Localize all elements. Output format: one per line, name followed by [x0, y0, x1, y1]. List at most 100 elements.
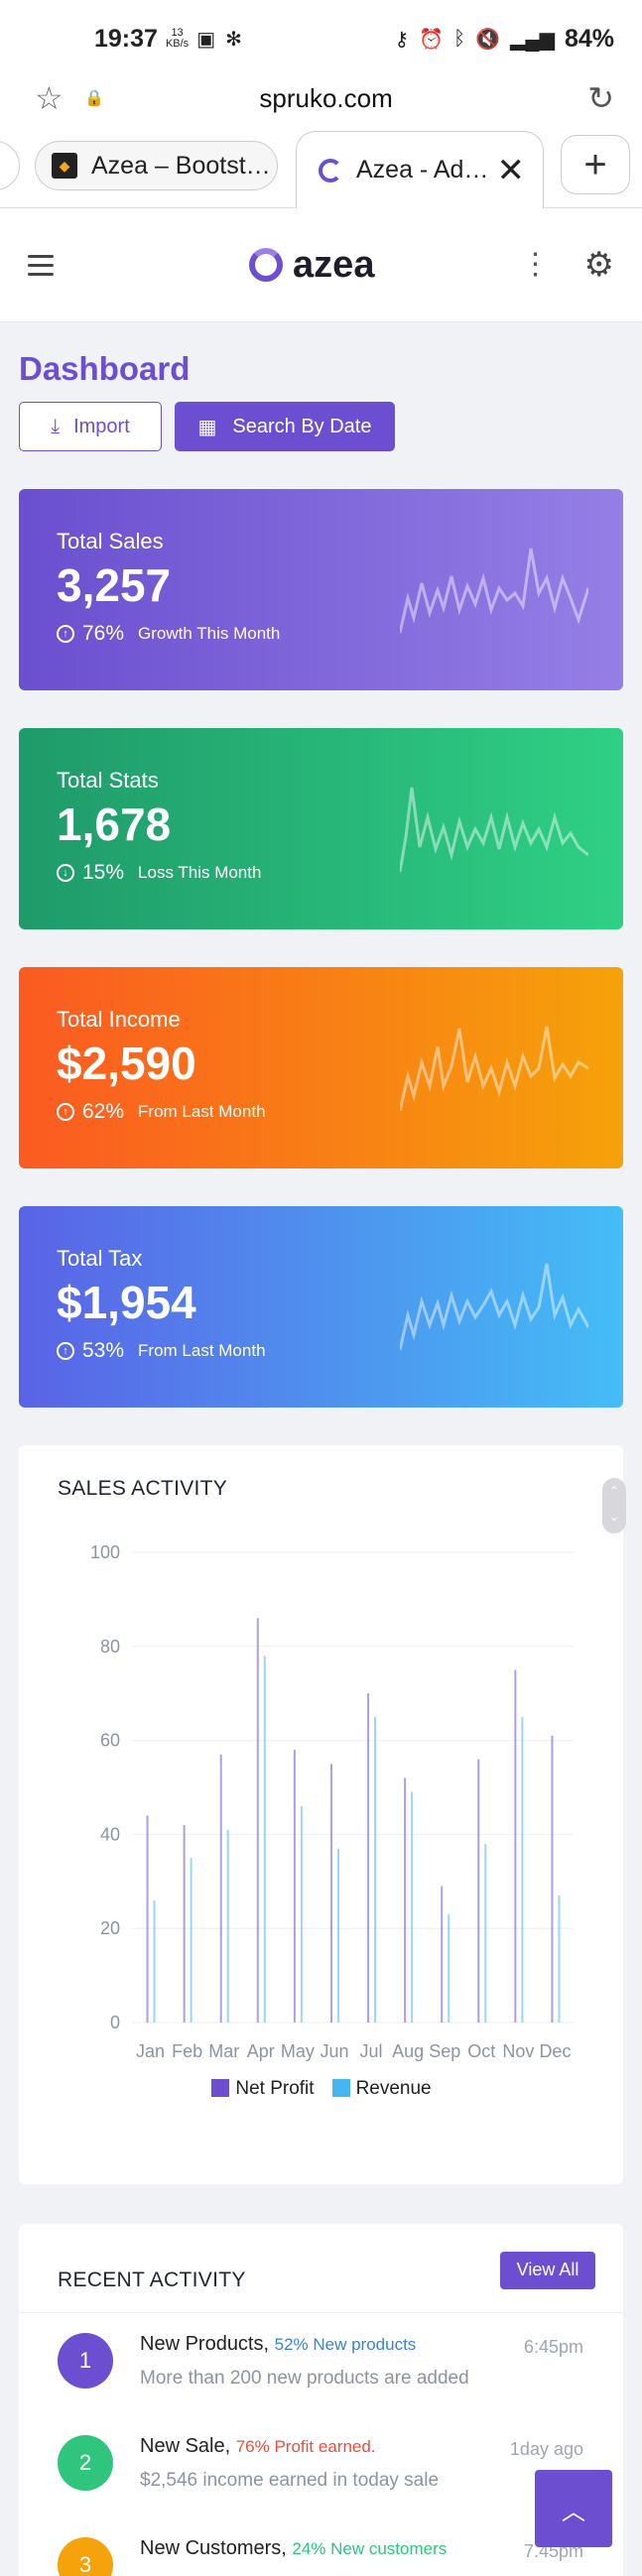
- list-item[interactable]: 3 New Customers, 24% New customers 7.45p…: [19, 2517, 623, 2576]
- activity-highlight: 24% New customers: [292, 2539, 448, 2558]
- menu-toggle-icon[interactable]: [28, 254, 54, 276]
- main-content: Dashboard ⤓ Import ▦ Search By Date Tota…: [0, 350, 642, 2576]
- activity-number-badge: 1: [58, 2333, 113, 2389]
- y-tick-label: 60: [100, 1731, 120, 1751]
- browser-tabs: ◆ Azea – Bootst… Azea - Ad… ✕ +: [0, 119, 642, 208]
- x-tick-label: Apr: [247, 2041, 275, 2061]
- bar-net-profit: [146, 1815, 149, 2023]
- gallery-icon: ▣: [196, 28, 216, 51]
- activity-title: New Products,: [140, 2333, 270, 2355]
- sales-activity-panel: SALES ACTIVITY ⌃ ⌄ 0 20 40 60 80 100 Jan Feb Mar A…: [19, 1445, 626, 2184]
- bar-revenue: [190, 1858, 193, 2023]
- bar-net-profit: [219, 1754, 222, 2023]
- sparkline: [400, 787, 588, 873]
- bar-net-profit: [514, 1669, 517, 2023]
- y-tick-label: 0: [110, 2013, 120, 2032]
- app-header: azea ⋮ ⚙: [0, 208, 642, 322]
- tab-previous[interactable]: [0, 141, 20, 190]
- bar-revenue: [336, 1848, 339, 2023]
- reload-icon[interactable]: ↻: [587, 79, 614, 117]
- stat-percent: 62%: [82, 1100, 125, 1123]
- scroll-handle[interactable]: ⌃ ⌄: [602, 1478, 626, 1533]
- chart-legend: Net Profit Revenue: [58, 2078, 585, 2100]
- activity-highlight: 76% Profit earned.: [235, 2437, 376, 2456]
- key-icon: ⚷: [394, 28, 410, 51]
- x-tick-label: Jul: [360, 2041, 383, 2061]
- bar-net-profit: [477, 1759, 480, 2023]
- list-item[interactable]: 2 New Sale, 76% Profit earned. $2,546 in…: [19, 2415, 623, 2517]
- back-to-top-button[interactable]: ︿: [535, 2470, 612, 2547]
- legend-item-revenue[interactable]: Revenue: [331, 2078, 432, 2100]
- bar-net-profit: [256, 1618, 259, 2023]
- alarm-icon: ⏰: [419, 28, 445, 51]
- activity-number-badge: 2: [58, 2435, 113, 2491]
- stat-card-total-tax: Total Tax $1,954 ↑ 53% From Last Month: [19, 1206, 623, 1408]
- settings-gear-icon[interactable]: ⚙: [584, 245, 614, 285]
- sales-activity-chart: 0 20 40 60 80 100 Jan Feb Mar Apr May Jun Jul Aug Sep O…: [90, 1542, 574, 2061]
- stat-note: Growth This Month: [138, 624, 281, 643]
- chevron-up-icon: ︿: [562, 2498, 585, 2525]
- net-speed: 13 KB/s: [165, 27, 190, 50]
- stat-percent: 15%: [82, 861, 125, 884]
- view-all-button[interactable]: View All: [500, 2251, 595, 2289]
- stat-card-total-stats: Total Stats 1,678 ↓ 15% Loss This Month: [19, 728, 623, 929]
- page-actions: ⤓ Import ▦ Search By Date: [19, 402, 623, 451]
- bar-revenue: [484, 1843, 487, 2023]
- close-tab-icon[interactable]: ✕: [497, 151, 526, 190]
- tab-azea-bootstrap[interactable]: ◆ Azea – Bootst…: [35, 141, 278, 190]
- bookmark-star-icon[interactable]: ☆: [35, 79, 74, 117]
- bar-net-profit: [183, 1824, 186, 2023]
- arrow-up-circle-icon: ↑: [57, 1103, 74, 1121]
- stat-percent: 76%: [82, 622, 125, 645]
- arrow-down-circle-icon: ↓: [57, 864, 74, 882]
- x-tick-label: Mar: [208, 2041, 239, 2061]
- list-item[interactable]: 1 New Products, 52% New products More th…: [19, 2313, 623, 2415]
- logo-text: azea: [293, 243, 375, 286]
- x-tick-label: Jun: [320, 2041, 348, 2061]
- azea-favicon-icon: [319, 158, 342, 183]
- fan-icon: ✻: [225, 28, 242, 51]
- tab-favicon-icon: ◆: [52, 153, 77, 179]
- calendar-icon: ▦: [197, 416, 217, 438]
- bar-net-profit: [404, 1778, 407, 2023]
- stat-note: From Last Month: [138, 1341, 266, 1360]
- recent-activity-panel: RECENT ACTIVITY View All 1 New Products,…: [19, 2224, 623, 2576]
- bar-revenue: [411, 1791, 414, 2023]
- app-logo[interactable]: azea: [103, 244, 521, 287]
- search-by-date-button[interactable]: ▦ Search By Date: [175, 402, 395, 451]
- browser-url-bar: ☆ 🔒 spruko.com ↻: [0, 77, 642, 119]
- more-options-icon[interactable]: ⋮: [521, 250, 551, 280]
- y-tick-label: 40: [100, 1824, 120, 1844]
- status-bar: 19:37 13 KB/s ▣ ✻ ⚷ ⏰ ᛒ 🔇 ▂▄▆ 84%: [0, 0, 642, 77]
- y-tick-label: 80: [100, 1637, 120, 1656]
- battery-level: 84%: [564, 24, 614, 53]
- sparkline: [400, 1026, 588, 1112]
- status-time: 19:37: [94, 24, 158, 53]
- x-tick-label: Oct: [467, 2041, 495, 2061]
- activity-title: New Customers,: [140, 2537, 287, 2559]
- stat-card-total-sales: Total Sales 3,257 ↑ 76% Growth This Mont…: [19, 489, 623, 690]
- lock-icon[interactable]: 🔒: [84, 88, 104, 108]
- bar-revenue: [521, 1716, 524, 2023]
- import-button[interactable]: ⤓ Import: [19, 402, 162, 451]
- activity-highlight: 52% New products: [274, 2335, 417, 2354]
- x-tick-label: Jan: [136, 2041, 165, 2061]
- x-tick-label: Dec: [539, 2041, 571, 2061]
- y-tick-label: 100: [90, 1542, 120, 1562]
- legend-item-net-profit[interactable]: Net Profit: [211, 2078, 315, 2100]
- activity-title: New Sale,: [140, 2435, 231, 2457]
- activity-time: 1day ago: [509, 2439, 583, 2459]
- bar-revenue: [263, 1656, 266, 2023]
- url-text[interactable]: spruko.com: [104, 83, 548, 114]
- x-tick-label: Aug: [392, 2041, 424, 2061]
- tab-label: Azea - Ad…: [356, 156, 489, 184]
- plus-icon: +: [583, 142, 607, 186]
- x-tick-label: May: [281, 2041, 315, 2061]
- tab-azea-admin[interactable]: Azea - Ad… ✕: [296, 131, 544, 208]
- new-tab-button[interactable]: +: [561, 135, 630, 194]
- panel-title: RECENT ACTIVITY: [58, 2268, 246, 2291]
- download-icon: ⤓: [51, 415, 61, 437]
- sparkline: [400, 1263, 588, 1351]
- stat-note: From Last Month: [138, 1102, 266, 1121]
- bar-net-profit: [441, 1886, 444, 2023]
